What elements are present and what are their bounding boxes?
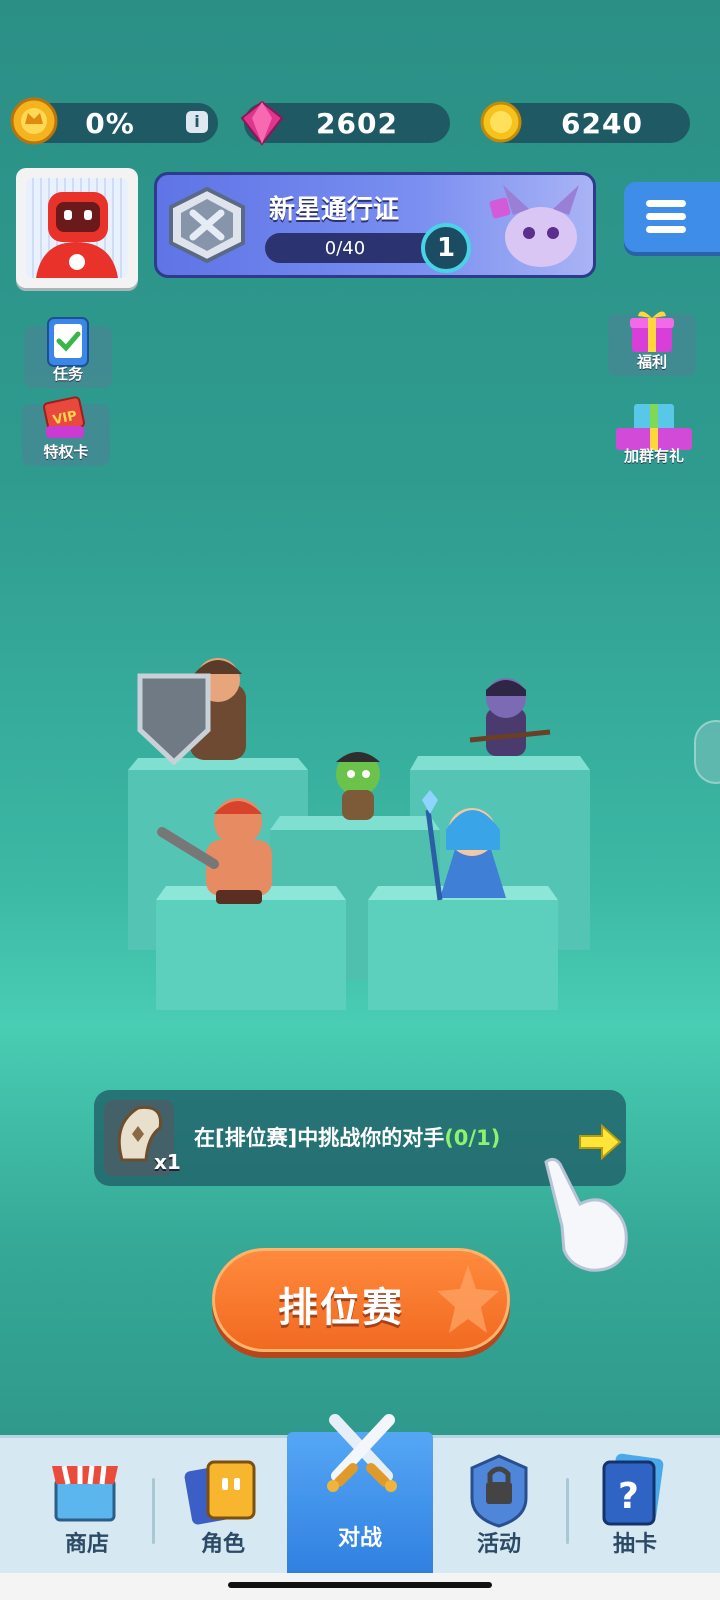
nav-shop-label: 商店 <box>64 1532 109 1557</box>
vip-card-label: 特权卡 <box>43 443 89 461</box>
robot-avatar-icon <box>36 192 118 278</box>
join-group-label: 加群有礼 <box>623 447 684 465</box>
ranked-match-label: 排位赛 <box>278 1285 404 1331</box>
rank-progress-value: 0% <box>85 106 135 140</box>
quest-text: 在[排位赛]中挑战你的对手 <box>194 1126 445 1150</box>
benefits-button[interactable]: 福利 <box>608 311 696 376</box>
lock-icon <box>470 1454 528 1528</box>
pass-progress-bar: 0/40 <box>265 233 445 263</box>
shop-icon <box>52 1465 118 1522</box>
crown-badge-icon <box>10 97 58 145</box>
nav-shop[interactable]: 商店 <box>20 1438 154 1576</box>
svg-text:?: ? <box>618 1476 639 1517</box>
tasks-button[interactable]: 任务 <box>24 317 112 388</box>
nav-battle-label: 对战 <box>337 1526 382 1551</box>
dark-elf-archer-hero <box>469 678 551 756</box>
front-right-platform <box>368 886 558 1010</box>
nav-separator <box>152 1478 155 1544</box>
gem-count: 2602 <box>316 106 398 140</box>
edge-scroll-button[interactable] <box>694 720 720 784</box>
join-group-button[interactable]: 加群有礼 <box>608 398 700 468</box>
nav-characters-label: 角色 <box>200 1532 245 1557</box>
gold-coin-icon <box>480 101 522 143</box>
quest-progress: (0/1) <box>444 1126 501 1150</box>
pass-progress-text: 0/40 <box>324 237 366 259</box>
gift-box-icon <box>630 311 674 352</box>
nav-battle[interactable]: 对战 <box>287 1414 433 1576</box>
nav-characters[interactable]: 角色 <box>156 1438 290 1576</box>
pink-gem-icon <box>240 100 284 146</box>
purple-monster-icon <box>489 185 579 267</box>
home-indicator[interactable] <box>228 1582 492 1588</box>
hero-lineup-scene <box>128 658 590 1010</box>
coin-count: 6240 <box>561 106 643 140</box>
benefits-label: 福利 <box>636 353 667 371</box>
front-left-platform <box>156 886 346 1010</box>
star-decoration-icon <box>437 1265 499 1333</box>
character-cards-icon <box>184 1460 256 1525</box>
nav-events[interactable]: 活动 <box>432 1438 566 1576</box>
ranked-match-button[interactable]: 排位赛 <box>212 1248 510 1352</box>
star-pass-banner[interactable]: 新星通行证 0/40 1 <box>154 172 596 278</box>
clipboard-check-icon <box>47 317 89 367</box>
info-icon[interactable]: i <box>186 111 208 133</box>
shield-warrior-hero <box>137 658 246 766</box>
crossed-swords-icon <box>327 1414 397 1492</box>
reward-count: x1 <box>154 1150 181 1174</box>
menu-line <box>646 226 686 233</box>
menu-line <box>646 213 686 220</box>
quest-description: 在[排位赛]中挑战你的对手(0/1) <box>194 1122 500 1152</box>
menu-line <box>646 200 686 207</box>
menu-button[interactable] <box>624 182 720 252</box>
nav-gacha[interactable]: ? 抽卡 <box>568 1438 702 1576</box>
vip-card-icon: VIP <box>43 396 85 438</box>
bottom-nav-bar: 商店 角色 对战 活动 ? 抽卡 <box>0 1414 720 1576</box>
crossed-swords-hex-icon <box>169 186 245 264</box>
nav-events-label: 活动 <box>476 1532 521 1557</box>
avatar-portrait <box>26 178 128 278</box>
pass-level-badge: 1 <box>421 223 471 273</box>
pass-title: 新星通行证 <box>269 195 400 225</box>
goblin-hero <box>336 752 380 820</box>
pointing-hand-icon <box>544 1157 628 1272</box>
mystery-card-icon: ? <box>602 1453 664 1526</box>
vip-card-button[interactable]: VIP 特权卡 <box>22 396 110 466</box>
player-avatar[interactable] <box>16 168 138 288</box>
tasks-label: 任务 <box>52 365 83 383</box>
nav-gacha-label: 抽卡 <box>612 1532 657 1557</box>
